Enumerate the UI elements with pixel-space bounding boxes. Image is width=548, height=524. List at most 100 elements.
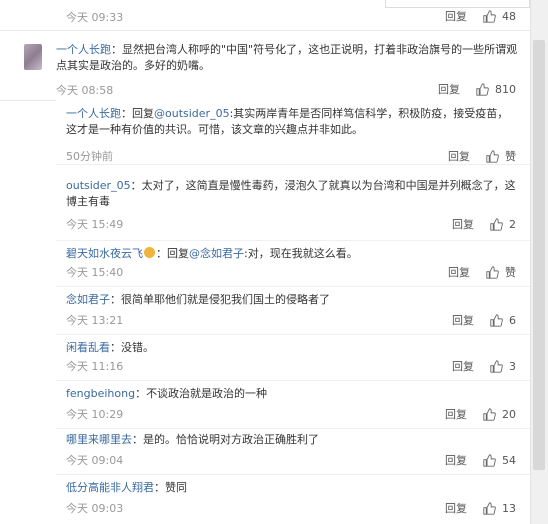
reply-item: 闲看乱看：没错。 今天 11:16 回复 3 <box>56 334 530 381</box>
reply-item: outsider_05：太对了，这简直是慢性毒药，浸泡久了就真以为台湾和中国是并… <box>56 164 530 241</box>
reply-button[interactable]: 回复 <box>445 500 467 516</box>
comment-time: 今天 08:58 <box>56 84 114 97</box>
reply-text: 哪里来哪里去：是的。恰恰说明对方政治正确胜利了 <box>66 432 518 448</box>
reply-button[interactable]: 回复 <box>452 216 474 232</box>
reply-actions: 回复 赞 <box>448 264 516 280</box>
reply-text: 低分高能非人翔君：赞同 <box>66 480 518 496</box>
thumbs-up-icon <box>483 9 496 23</box>
like-button[interactable]: 13 <box>483 502 516 515</box>
reply-author[interactable]: fengbeihong <box>66 387 135 400</box>
reply-actions: 回复 赞 <box>448 148 516 164</box>
vertical-scrollbar[interactable] <box>530 0 548 524</box>
like-button[interactable]: 54 <box>483 454 516 467</box>
like-count: 810 <box>495 82 516 96</box>
reply-body: 很简单耶他们就是侵犯我们国土的侵略者了 <box>121 293 330 306</box>
thumbs-up-icon <box>483 501 496 515</box>
reply-item: 低分高能非人翔君：赞同 今天 09:03 回复 13 <box>56 474 530 524</box>
author-separator: ： <box>111 43 122 56</box>
comment-panel: 今天 09:33 回复 48 一个人长跑：显然把台湾人称呼的"中国"符号化了，这… <box>0 0 530 524</box>
like-button[interactable]: 3 <box>490 360 516 373</box>
like-button[interactable]: 20 <box>483 408 516 421</box>
like-button[interactable]: 810 <box>476 83 516 96</box>
reply-time: 今天 09:03 <box>66 502 124 515</box>
thumbs-up-icon <box>486 149 499 163</box>
avatar[interactable] <box>24 44 42 70</box>
reply-body: 是的。恰恰说明对方政治正确胜利了 <box>143 433 319 446</box>
thumbs-up-icon <box>490 359 503 373</box>
reply-author[interactable]: 念如君子 <box>66 293 110 306</box>
reply-time: 今天 13:21 <box>66 314 124 327</box>
reply-actions: 回复 6 <box>452 312 516 328</box>
reply-button[interactable]: 回复 <box>445 452 467 468</box>
reply-button[interactable]: 回复 <box>445 406 467 422</box>
reply-text: 碧天如水夜云飞 ：回复@念如君子:对，现在我就这么看。 <box>66 246 518 262</box>
reply-list: 一个人长跑：回复@outsider_05:其实两岸青年是否同样笃信科学，积极防疫… <box>56 100 530 524</box>
reply-item: 碧天如水夜云飞 ：回复@念如君子:对，现在我就这么看。 今天 15:40 回复 赞 <box>56 240 530 287</box>
reply-button[interactable]: 回复 <box>448 148 470 164</box>
thumbs-up-icon <box>490 217 503 231</box>
reply-author[interactable]: 闲看乱看 <box>66 341 110 354</box>
reply-item: 哪里来哪里去：是的。恰恰说明对方政治正确胜利了 今天 09:04 回复 54 <box>56 428 530 475</box>
like-button[interactable]: 赞 <box>486 264 516 280</box>
like-button[interactable]: 48 <box>483 10 516 23</box>
comment-actions: 回复 810 <box>438 81 516 97</box>
reply-prefix: ： <box>130 179 142 192</box>
like-button[interactable]: 6 <box>490 314 516 327</box>
reply-prefix: ：回复 <box>156 247 189 260</box>
reply-author[interactable]: 哪里来哪里去 <box>66 433 132 446</box>
reply-time: 今天 10:29 <box>66 408 124 421</box>
reply-author[interactable]: 一个人长跑 <box>66 107 121 120</box>
previous-comment-footer: 今天 09:33 回复 48 <box>0 0 530 31</box>
reply-time: 50分钟前 <box>66 150 113 163</box>
reply-time: 今天 15:40 <box>66 266 124 279</box>
reply-time: 今天 09:04 <box>66 454 124 467</box>
reply-button[interactable]: 回复 <box>452 358 474 374</box>
thumbs-up-icon <box>486 265 499 279</box>
reply-text: 闲看乱看：没错。 <box>66 340 518 356</box>
reply-button[interactable]: 回复 <box>438 81 460 97</box>
reply-actions: 回复 20 <box>445 406 516 422</box>
reply-text: fengbeihong：不谈政治就是政治的一种 <box>66 386 518 402</box>
smiley-icon <box>144 247 155 258</box>
reply-text: 一个人长跑：回复@outsider_05:其实两岸青年是否同样笃信科学，积极防疫… <box>66 106 518 138</box>
like-count: 20 <box>502 407 516 421</box>
reply-body: :对，现在我就这么看。 <box>244 247 358 260</box>
reply-button[interactable]: 回复 <box>452 312 474 328</box>
comment-text: 一个人长跑：显然把台湾人称呼的"中国"符号化了，这也正说明，打着非政治旗号的一些… <box>56 42 526 74</box>
reply-actions: 回复 2 <box>452 216 516 232</box>
like-count: 赞 <box>505 150 516 163</box>
main-comment: 一个人长跑：显然把台湾人称呼的"中国"符号化了，这也正说明，打着非政治旗号的一些… <box>0 30 530 101</box>
comment-time: 今天 09:33 <box>66 11 124 24</box>
reply-text: 念如君子：很简单耶他们就是侵犯我们国土的侵略者了 <box>66 292 518 308</box>
reply-time: 今天 11:16 <box>66 360 124 373</box>
reply-prefix: ： <box>110 293 121 306</box>
like-count: 13 <box>502 501 516 515</box>
thumbs-up-icon <box>483 453 496 467</box>
reply-button[interactable]: 回复 <box>448 264 470 280</box>
comment-body: 显然把台湾人称呼的"中国"符号化了，这也正说明，打着非政治旗号的一些所谓观点其实… <box>56 43 518 72</box>
reply-actions: 回复 3 <box>452 358 516 374</box>
reply-body: 不谈政治就是政治的一种 <box>146 387 268 400</box>
like-button[interactable]: 赞 <box>486 148 516 164</box>
like-button[interactable]: 2 <box>490 218 516 231</box>
like-count: 2 <box>509 217 516 231</box>
reply-button[interactable]: 回复 <box>445 8 467 24</box>
reply-mention[interactable]: @outsider_05 <box>154 107 230 120</box>
comment-actions: 回复 48 <box>445 8 516 24</box>
like-count: 54 <box>502 453 516 467</box>
scrollbar-thumb[interactable] <box>533 40 545 470</box>
reply-author[interactable]: 碧天如水夜云飞 <box>66 247 143 260</box>
reply-body: 没错。 <box>121 341 154 354</box>
reply-item: fengbeihong：不谈政治就是政治的一种 今天 10:29 回复 20 <box>56 380 530 429</box>
reply-prefix: ：回复 <box>121 107 154 120</box>
reply-mention[interactable]: @念如君子 <box>189 247 244 260</box>
like-count: 6 <box>509 313 516 327</box>
reply-author[interactable]: outsider_05 <box>66 179 131 192</box>
reply-author[interactable]: 低分高能非人翔君 <box>66 481 154 494</box>
like-count: 3 <box>509 359 516 373</box>
reply-text: outsider_05：太对了，这简直是慢性毒药，浸泡久了就真以为台湾和中国是并… <box>66 178 518 210</box>
like-count: 48 <box>502 9 516 23</box>
comment-author[interactable]: 一个人长跑 <box>56 43 111 56</box>
thumbs-up-icon <box>476 82 489 96</box>
reply-item: 念如君子：很简单耶他们就是侵犯我们国土的侵略者了 今天 13:21 回复 6 <box>56 286 530 335</box>
